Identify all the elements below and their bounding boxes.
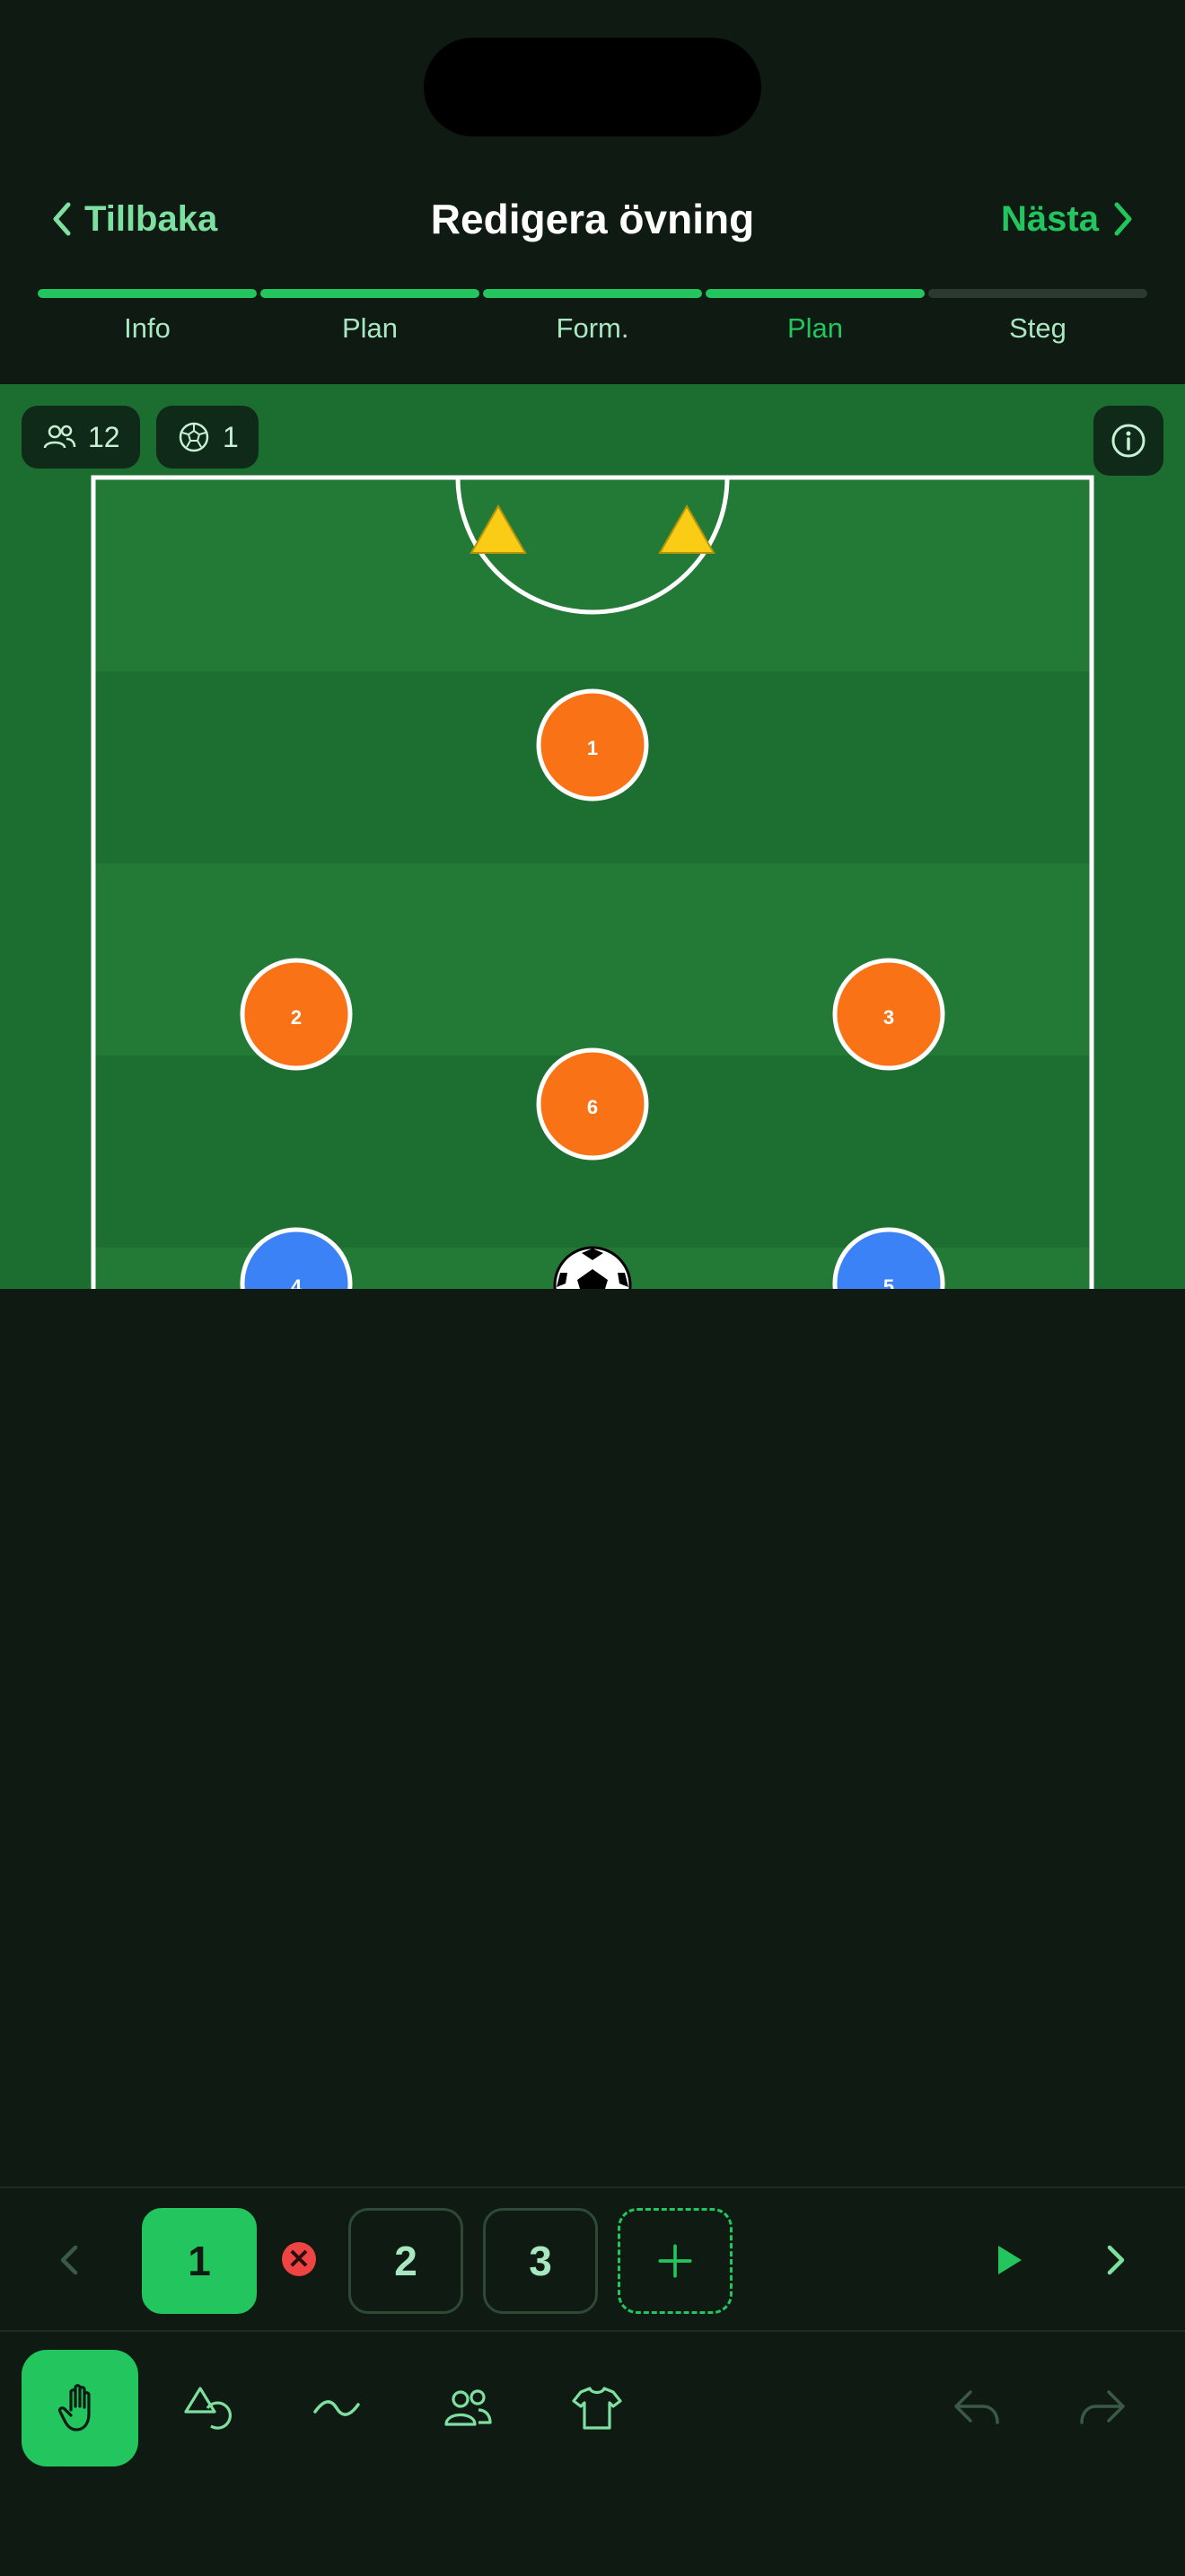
soccer-ball-icon [179, 422, 209, 452]
people-icon [444, 2389, 492, 2426]
info-icon [1111, 424, 1146, 458]
delete-frame-button[interactable]: ✕ [282, 2242, 316, 2276]
redo-button[interactable] [1045, 2350, 1162, 2466]
pitch-stripe [93, 478, 1092, 671]
step-steg[interactable]: Steg [928, 289, 1147, 361]
play-icon [998, 2246, 1022, 2274]
step-bar [928, 289, 1147, 298]
player-number: 5 [883, 1275, 894, 1289]
chevron-right-icon [1107, 2245, 1125, 2275]
step-plan[interactable]: Plan [260, 289, 479, 361]
next-frame-button[interactable] [1088, 2233, 1142, 2287]
frame-2-button[interactable]: 2 [348, 2208, 463, 2314]
undo-button[interactable] [917, 2350, 1034, 2466]
player-number: 6 [587, 1096, 598, 1118]
orange-player[interactable]: 2 [240, 958, 353, 1071]
frame-3-button[interactable]: 3 [483, 2208, 598, 2314]
play-button[interactable] [980, 2233, 1034, 2287]
step-plan-active[interactable]: Plan [706, 289, 925, 361]
step-label: Plan [786, 312, 844, 344]
step-info[interactable]: Info [38, 289, 257, 361]
frame-1-button[interactable]: 1 [142, 2208, 257, 2314]
step-label: Steg [1009, 312, 1066, 344]
jersey-tool-button[interactable] [539, 2350, 655, 2466]
shapes-icon [184, 2387, 232, 2430]
step-label: Info [124, 312, 171, 344]
player-number: 3 [883, 1006, 894, 1029]
step-bar [483, 289, 702, 298]
people-icon [43, 425, 76, 449]
prev-frame-button[interactable] [43, 2233, 97, 2287]
chevron-left-icon [60, 2245, 78, 2275]
undo-icon [954, 2390, 999, 2424]
balls-count-chip[interactable]: 1 [156, 406, 259, 469]
chevron-right-icon [1114, 202, 1132, 236]
plus-icon [658, 2244, 692, 2278]
orange-player[interactable]: 3 [832, 958, 945, 1071]
player-number: 4 [291, 1275, 303, 1289]
frames-bar: 1 2 3 [0, 2186, 1185, 2332]
add-frame-button[interactable] [618, 2208, 733, 2314]
step-progress: Info Plan Form. Plan Steg [38, 289, 1147, 361]
player-number: 2 [291, 1006, 302, 1029]
hand-icon [57, 2384, 91, 2431]
step-bar [38, 289, 257, 298]
players-count: 12 [88, 420, 120, 453]
step-label: Plan [341, 312, 399, 344]
line-tool-button[interactable] [278, 2350, 395, 2466]
step-bar [706, 289, 925, 298]
header: Tillbaka Redigera övning Nästa Info Plan… [0, 0, 1185, 384]
player-number: 1 [587, 737, 598, 759]
balls-count: 1 [223, 420, 239, 453]
tool-bar [0, 2330, 1185, 2576]
redo-icon [1080, 2390, 1125, 2424]
step-label: Form. [556, 312, 629, 344]
next-button[interactable]: Nästa [1001, 190, 1138, 248]
pitch[interactable]: 1 2 3 6 4 5 4 5 6 2 3 1 [0, 384, 1185, 1289]
info-button[interactable] [1093, 406, 1163, 476]
wave-line-icon [313, 2400, 360, 2416]
step-bar [260, 289, 479, 298]
shirt-icon [572, 2387, 622, 2430]
players-tool-button[interactable] [409, 2350, 526, 2466]
next-label: Nästa [1001, 198, 1099, 239]
step-formation[interactable]: Form. [483, 289, 702, 361]
players-count-chip[interactable]: 12 [22, 406, 140, 469]
hand-tool-button[interactable] [22, 2350, 138, 2466]
orange-player[interactable]: 6 [536, 1047, 649, 1161]
shapes-tool-button[interactable] [151, 2350, 268, 2466]
orange-player[interactable]: 1 [536, 688, 649, 802]
dynamic-island [424, 38, 761, 136]
